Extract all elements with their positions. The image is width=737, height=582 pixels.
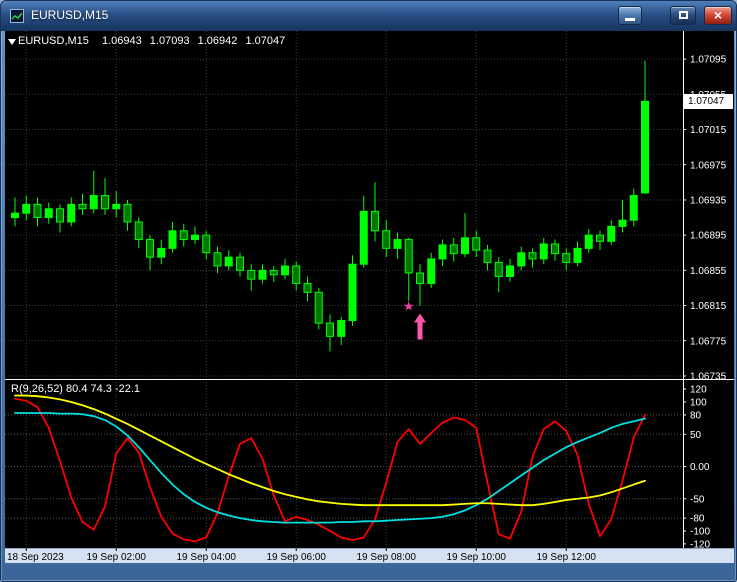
svg-text:1.06975: 1.06975 <box>690 160 727 171</box>
svg-text:1.07095: 1.07095 <box>690 55 727 66</box>
ohlc-overlay: EURUSD,M15 1.06943 1.07093 1.06942 1.070… <box>18 35 290 47</box>
current-price-tag: 1.07047 <box>684 94 733 109</box>
ohlc-low: 1.06942 <box>197 35 238 47</box>
title-bar[interactable]: EURUSD,M15 × <box>1 1 736 31</box>
svg-text:-100: -100 <box>690 527 710 538</box>
chart-icon <box>10 9 24 23</box>
svg-text:1.06815: 1.06815 <box>690 301 727 312</box>
svg-text:-80: -80 <box>690 514 705 525</box>
svg-text:★: ★ <box>403 299 415 314</box>
minimize-button[interactable] <box>618 6 642 25</box>
svg-text:1.06855: 1.06855 <box>690 266 727 277</box>
ohlc-open: 1.06943 <box>101 35 142 47</box>
svg-text:50: 50 <box>690 430 702 441</box>
svg-text:-50: -50 <box>690 494 705 505</box>
svg-text:0.00: 0.00 <box>690 462 710 473</box>
ohlc-close: 1.07047 <box>245 35 286 47</box>
svg-text:19 Sep 10:00: 19 Sep 10:00 <box>447 552 507 563</box>
close-button[interactable]: × <box>704 6 732 25</box>
window-title: EURUSD,M15 <box>31 8 109 22</box>
svg-text:100: 100 <box>690 398 707 409</box>
svg-text:1.06735: 1.06735 <box>690 371 727 382</box>
price-chart[interactable]: ★ 1.070951.070551.070151.069751.069351.0… <box>5 31 734 563</box>
svg-text:19 Sep 12:00: 19 Sep 12:00 <box>537 552 597 563</box>
svg-text:19 Sep 02:00: 19 Sep 02:00 <box>87 552 147 563</box>
svg-text:1.06935: 1.06935 <box>690 195 727 206</box>
chart-icon-glyph <box>11 12 23 20</box>
svg-text:120: 120 <box>690 385 707 396</box>
svg-text:19 Sep 06:00: 19 Sep 06:00 <box>267 552 327 563</box>
svg-text:80: 80 <box>690 410 702 421</box>
svg-text:18 Sep 2023: 18 Sep 2023 <box>7 552 64 563</box>
ohlc-symbol: EURUSD,M15 <box>18 35 89 47</box>
chart-client-area: ★ 1.070951.070551.070151.069751.069351.0… <box>5 31 734 563</box>
minimize-icon <box>625 18 635 21</box>
indicator-values-label: R(9,26,52) 80.4 74.3 -22.1 <box>11 383 141 395</box>
restore-button[interactable] <box>670 6 696 25</box>
svg-text:1.06895: 1.06895 <box>690 231 727 242</box>
svg-text:1.07015: 1.07015 <box>690 125 727 136</box>
svg-text:1.06775: 1.06775 <box>690 336 727 347</box>
chart-window: EURUSD,M15 × ★ 1.070951.070551.070151.06… <box>0 0 737 582</box>
svg-text:-120: -120 <box>690 539 710 550</box>
svg-text:19 Sep 08:00: 19 Sep 08:00 <box>357 552 417 563</box>
restore-icon <box>678 11 688 19</box>
chart-marker-icon <box>8 39 16 45</box>
ohlc-high: 1.07093 <box>149 35 190 47</box>
chart-background <box>5 31 734 563</box>
svg-text:19 Sep 04:00: 19 Sep 04:00 <box>177 552 237 563</box>
